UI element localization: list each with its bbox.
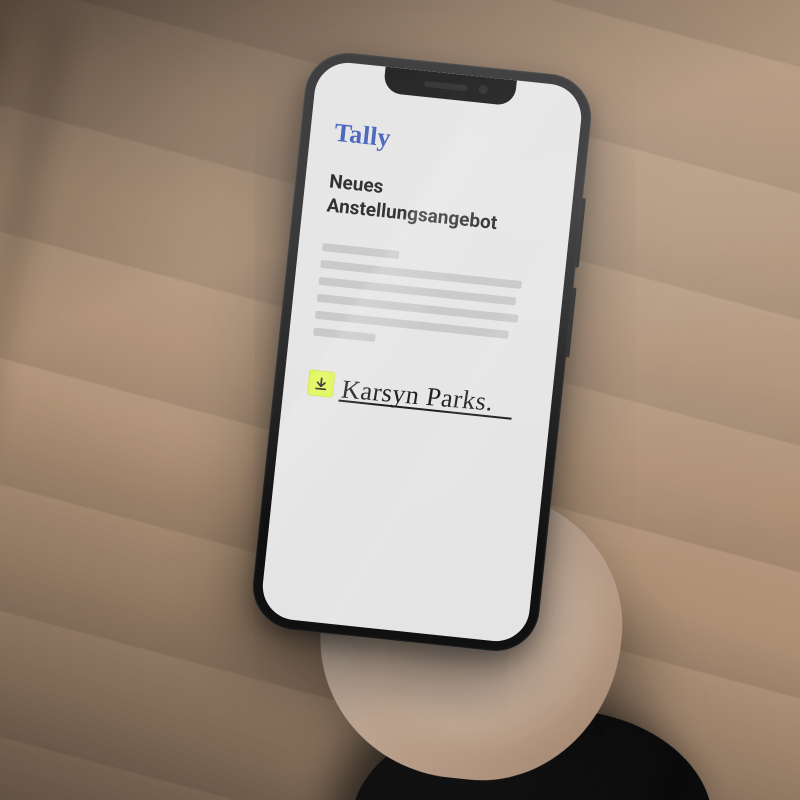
placeholder-line [313,327,375,341]
signature-name: Karsyn Parks. [340,376,529,418]
brand-logo-text: Tally [333,118,555,171]
scene-background: Tally Neues Anstellungsangebot [0,0,800,800]
signature-download-badge[interactable] [307,369,336,398]
document-page: Tally Neues Anstellungsangebot [259,60,584,645]
placeholder-line [322,243,399,259]
document-title: Neues Anstellungsangebot [326,169,550,239]
download-icon [312,374,330,392]
phone-screen[interactable]: Tally Neues Anstellungsangebot [259,60,584,645]
phone-device: Tally Neues Anstellungsangebot [248,49,595,656]
signature-row: Karsyn Parks. [307,369,529,418]
signature-field[interactable]: Karsyn Parks. [341,372,529,417]
document-body-placeholder [313,243,542,358]
